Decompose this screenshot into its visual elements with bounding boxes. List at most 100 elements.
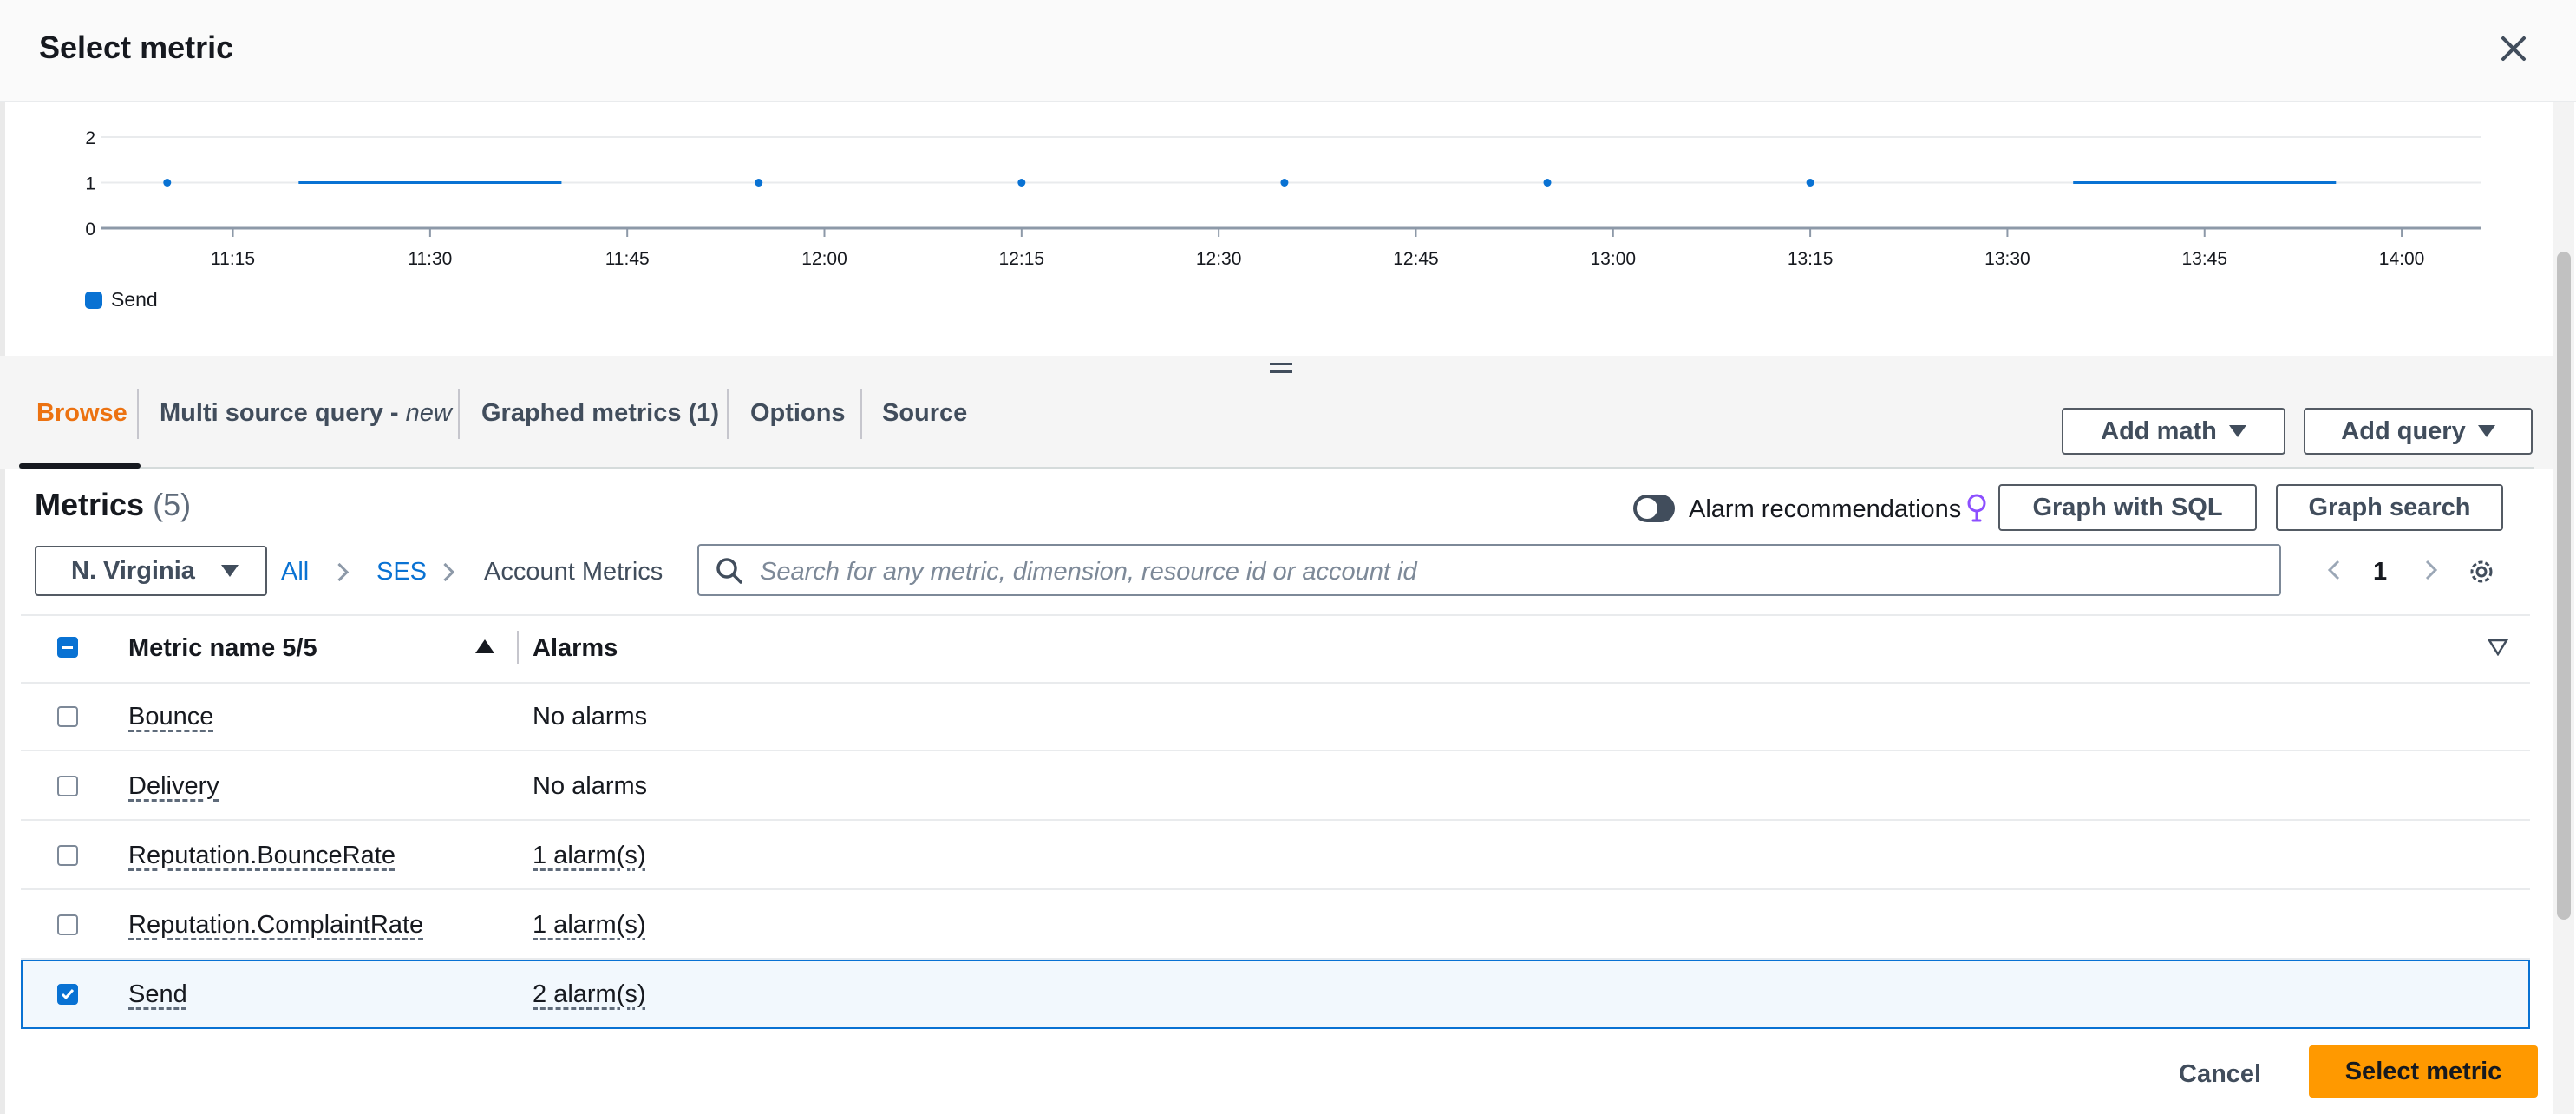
add-query-button[interactable]: Add query [2304,408,2533,455]
caret-down-icon [2477,425,2495,437]
metric-name[interactable]: Send [128,980,187,1009]
breadcrumb-chevron-icon [435,562,455,582]
window-edge [0,0,5,1114]
tab-multi-source-query[interactable]: Multi source query - new [160,399,452,428]
metric-name[interactable]: Reputation.BounceRate [128,842,396,870]
dialog-header [0,0,2576,102]
graph-panel: 0 1 2 11:15 11:30 11:45 12:00 12:15 12:30 12:45 1… [19,102,2534,356]
add-math-label: Add math [2101,416,2217,445]
x-tick-label: 13:15 [1788,249,1834,269]
metric-name[interactable]: Reputation.ComplaintRate [128,911,423,940]
graph-with-sql-button[interactable]: Graph with SQL [1998,484,2257,531]
add-query-label: Add query [2341,416,2466,445]
select-metric-button[interactable]: Select metric [2309,1045,2538,1098]
metric-graph: 0 1 2 11:15 11:30 11:45 12:00 12:15 12:30 12:45 1… [85,128,2481,269]
data-point [163,179,172,187]
breadcrumb-all[interactable]: All [281,558,309,586]
tab-multi-new: new [405,399,452,427]
table-row[interactable] [21,682,2530,751]
tab-divider [458,389,460,439]
row-checkbox[interactable] [57,706,78,727]
previous-page-icon[interactable] [2324,560,2345,580]
column-divider [517,631,519,664]
tab-divider [860,389,862,439]
metrics-heading: Metrics (5) [35,487,191,523]
table-row[interactable] [21,751,2530,821]
x-tick-label: 11:30 [408,249,452,269]
metric-alarms-link[interactable]: 2 alarm(s) [533,980,646,1009]
close-icon[interactable] [2498,33,2529,64]
table-row-selected[interactable] [21,960,2530,1029]
x-tick-label: 13:30 [1984,249,2030,269]
tab-graphed-metrics[interactable]: Graphed metrics (1) [481,399,719,428]
toggle-knob [1637,498,1657,519]
x-tick-label: 12:30 [1196,249,1242,269]
x-tick-label: 11:15 [211,249,255,269]
column-alarms[interactable]: Alarms [533,634,618,663]
lightbulb-icon[interactable] [1965,493,1988,524]
x-tick-label: 13:00 [1591,249,1637,269]
tab-divider [727,389,729,439]
metrics-count: (5) [153,487,192,522]
x-tick-label: 11:45 [605,249,650,269]
alarm-recommendations-label: Alarm recommendations [1689,495,1962,523]
resize-handle[interactable] [1270,363,1292,373]
y-tick-label: 1 [85,174,95,194]
y-tick-label: 2 [85,128,95,148]
caret-down-icon [2228,425,2246,437]
dialog-title: Select metric [39,29,234,65]
tab-baseline [19,467,2534,469]
legend-label: Send [111,288,158,311]
sort-ascending-icon[interactable] [475,639,494,653]
data-point [1806,179,1814,187]
legend-swatch [85,291,102,309]
metric-name[interactable]: Delivery [128,772,219,801]
add-math-button[interactable]: Add math [2062,408,2285,455]
tab-browse[interactable]: Browse [36,399,127,428]
tab-options[interactable]: Options [750,399,846,428]
metric-alarms-link[interactable]: 1 alarm(s) [533,842,646,870]
row-checkbox[interactable] [57,984,78,1005]
metric-alarms: No alarms [533,772,648,800]
metric-name[interactable]: Bounce [128,703,213,731]
row-checkbox[interactable] [57,776,78,796]
table-header [21,614,2530,684]
search-input[interactable]: Search for any metric, dimension, resour… [697,544,2281,596]
breadcrumb-chevron-icon [330,562,350,582]
table-row[interactable] [21,821,2530,890]
alarm-recommendations-toggle[interactable] [1633,495,1675,522]
y-tick-label: 0 [85,220,95,239]
data-point [1017,179,1026,187]
metric-alarms: No alarms [533,703,648,731]
metrics-title: Metrics [35,487,145,522]
preferences-gear-icon[interactable] [2466,556,2497,587]
x-tick-label: 13:45 [2181,249,2227,269]
search-placeholder: Search for any metric, dimension, resour… [760,558,1417,586]
scrollbar-thumb[interactable] [2557,252,2571,920]
column-metric-name[interactable]: Metric name 5/5 [128,634,317,663]
region-select[interactable]: N. Virginia [35,546,267,596]
row-checkbox[interactable] [57,914,78,935]
graph-search-button[interactable]: Graph search [2276,484,2503,531]
cancel-button[interactable]: Cancel [2179,1060,2261,1089]
breadcrumb-current: Account Metrics [484,558,664,586]
tab-divider [137,389,139,439]
row-checkbox[interactable] [57,845,78,866]
data-point [1543,179,1552,187]
breadcrumb-ses[interactable]: SES [376,558,427,586]
data-point [755,179,763,187]
tab-source[interactable]: Source [882,399,967,428]
column-filter-icon[interactable] [2487,639,2509,657]
data-point [1280,179,1289,187]
tab-active-indicator [19,463,141,469]
x-tick-label: 12:45 [1393,249,1439,269]
tab-multi-label: Multi source query - [160,399,406,427]
metric-alarms-link[interactable]: 1 alarm(s) [533,911,646,940]
current-page[interactable]: 1 [2373,558,2387,586]
next-page-icon[interactable] [2420,560,2441,580]
x-tick-label: 14:00 [2379,249,2425,269]
chart-legend: Send [85,288,158,311]
search-icon [716,558,742,584]
select-all-checkbox[interactable] [57,637,78,658]
caret-down-icon [220,565,239,577]
